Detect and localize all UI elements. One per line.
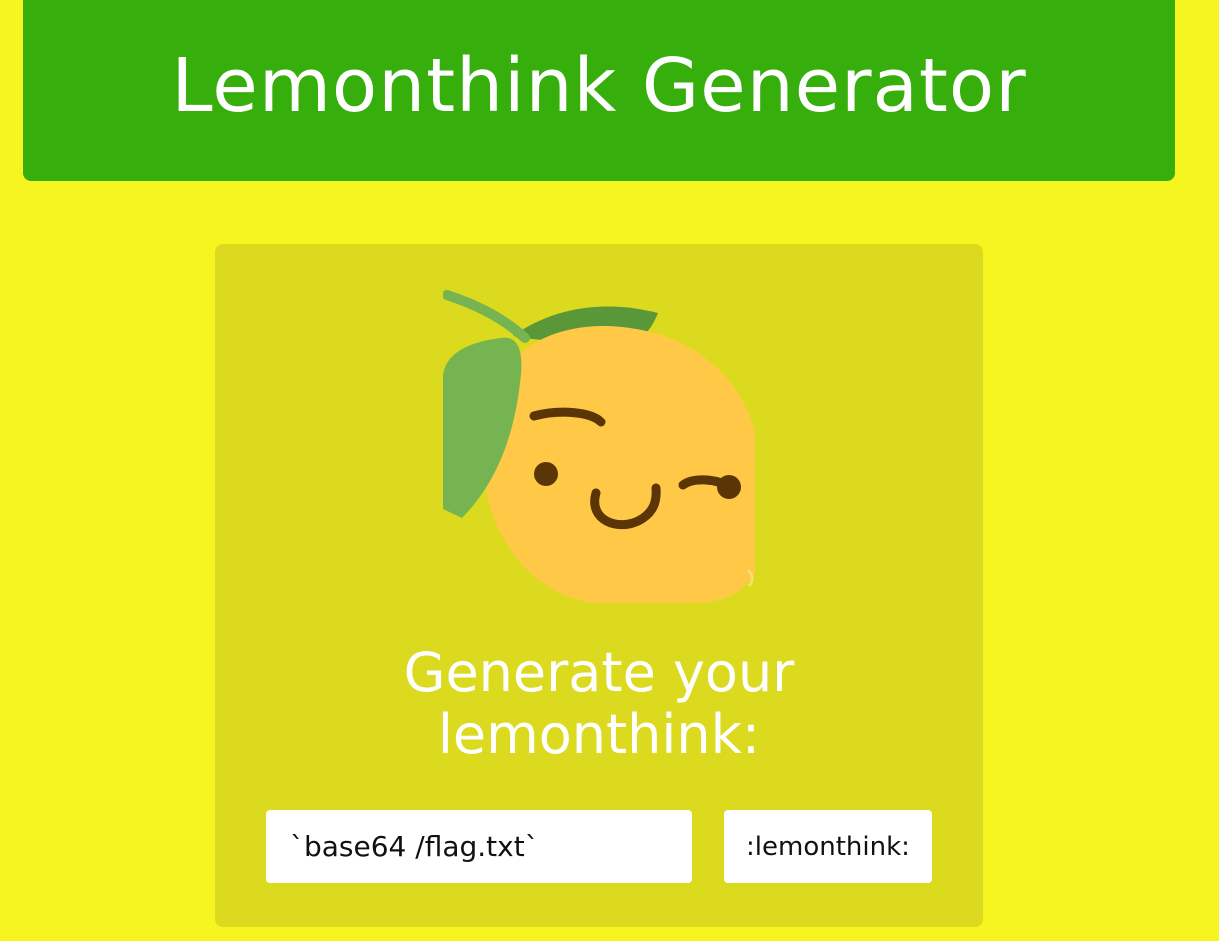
lemonthink-input[interactable] <box>266 810 692 883</box>
generator-card: Generate your lemonthink: :lemonthink: <box>215 244 983 927</box>
lemon-stem <box>443 290 530 343</box>
lemonthink-button[interactable]: :lemonthink: <box>724 810 932 883</box>
page-title: Lemonthink Generator <box>171 42 1027 129</box>
page-header: Lemonthink Generator <box>23 0 1175 181</box>
lemon-left-eye <box>534 462 558 486</box>
lemonthink-lemon-icon <box>443 290 755 604</box>
lemon-body <box>482 325 755 604</box>
lemon-right-eye <box>717 475 741 499</box>
generator-prompt: Generate your lemonthink: <box>403 641 795 766</box>
